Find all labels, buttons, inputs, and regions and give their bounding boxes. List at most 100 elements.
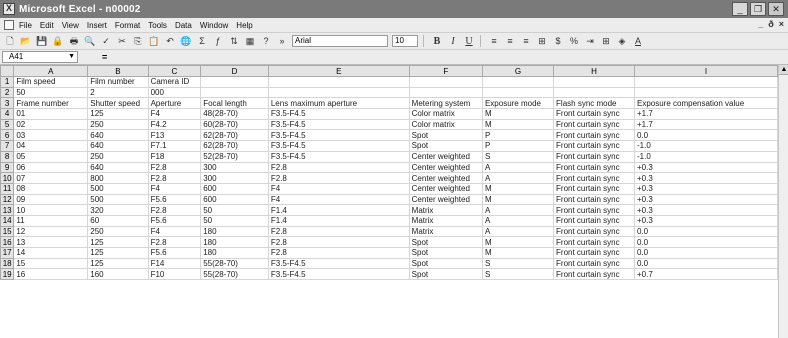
indent-icon[interactable]: ⇥ (584, 36, 596, 47)
cell[interactable]: 500 (87, 193, 149, 206)
cell[interactable]: 180 (200, 236, 269, 248)
function-icon[interactable]: ƒ (212, 36, 224, 47)
cell[interactable]: M (481, 236, 555, 248)
workbook-minimize-button[interactable]: _ (758, 19, 763, 29)
cell[interactable]: Matrix (408, 225, 483, 238)
menu-edit[interactable]: Edit (40, 21, 54, 30)
cell[interactable]: 250 (87, 150, 149, 163)
print-preview-icon[interactable]: 🔍 (84, 36, 96, 47)
cell[interactable]: 600 (200, 193, 269, 206)
cell[interactable]: 55(28-70) (200, 268, 269, 281)
chevron-down-icon[interactable]: ▼ (68, 52, 75, 62)
cell[interactable]: F4 (147, 182, 202, 195)
cell[interactable]: +0.3 (633, 193, 778, 206)
cell[interactable]: F7.1 (147, 140, 202, 152)
cell[interactable]: Center weighted (408, 172, 483, 184)
cell[interactable]: 300 (200, 161, 269, 174)
cell[interactable]: F1.4 (267, 204, 410, 216)
cell[interactable]: Center weighted (408, 193, 483, 206)
cell[interactable]: Front curtain sync (553, 108, 635, 120)
cell[interactable]: 180 (200, 247, 269, 259)
cell[interactable] (633, 86, 778, 99)
scroll-up-icon[interactable]: ▲ (779, 65, 788, 75)
cell[interactable]: Camera ID (147, 76, 202, 88)
cell[interactable]: 0.0 (633, 257, 778, 270)
cell[interactable]: Spot (408, 247, 483, 259)
align-left-icon[interactable]: ≡ (488, 36, 500, 47)
column-header-e[interactable]: E (267, 65, 410, 77)
cell[interactable]: Spot (408, 257, 483, 270)
cell[interactable] (200, 76, 269, 88)
cell[interactable] (553, 86, 635, 99)
open-icon[interactable]: 📂 (20, 36, 32, 47)
cell[interactable]: F3.5-F4.5 (267, 140, 410, 152)
cell[interactable]: 125 (87, 247, 149, 259)
cell[interactable]: F10 (147, 268, 202, 281)
cell[interactable]: A (481, 214, 555, 227)
cell[interactable]: S (481, 150, 555, 163)
cell[interactable]: Spot (408, 268, 483, 281)
cell[interactable]: F4 (267, 182, 410, 195)
cell[interactable]: F3.5-F4.5 (267, 150, 410, 163)
cell[interactable]: Exposure compensation value (633, 97, 778, 110)
column-header-a[interactable]: A (13, 65, 89, 77)
menu-tools[interactable]: Tools (148, 21, 167, 30)
cell[interactable]: 640 (87, 129, 149, 142)
cell[interactable]: Film speed (13, 76, 89, 88)
cell[interactable]: 500 (87, 182, 149, 195)
hyperlink-icon[interactable]: 🌐 (180, 36, 192, 47)
cell[interactable]: -1.0 (633, 140, 778, 152)
vertical-scrollbar[interactable]: ▲ (778, 65, 788, 338)
menu-window[interactable]: Window (200, 21, 228, 30)
cell[interactable]: F2.8 (147, 236, 202, 248)
menu-data[interactable]: Data (175, 21, 192, 30)
cell[interactable]: 08 (13, 182, 89, 195)
cell[interactable]: P (481, 129, 555, 142)
cell[interactable]: 14 (13, 247, 89, 259)
row-header[interactable]: 18 (0, 257, 15, 270)
cell[interactable]: F3.5-F4.5 (267, 268, 410, 281)
cell[interactable]: Front curtain sync (553, 236, 635, 248)
cell[interactable]: 125 (87, 108, 149, 120)
cell[interactable]: F5.6 (147, 214, 202, 227)
cell[interactable]: 50 (200, 204, 269, 216)
cell[interactable]: 0.0 (633, 236, 778, 248)
column-header-d[interactable]: D (200, 65, 269, 77)
cell[interactable]: Shutter speed (87, 97, 149, 110)
row-header[interactable]: 2 (0, 86, 15, 99)
menu-help[interactable]: Help (236, 21, 252, 30)
cell[interactable]: F2.8 (267, 161, 410, 174)
cell[interactable]: 48(28-70) (200, 108, 269, 120)
cell[interactable]: F2.8 (147, 161, 202, 174)
cell[interactable]: Spot (408, 129, 483, 142)
cell[interactable]: F5.6 (147, 247, 202, 259)
cell[interactable]: F18 (147, 150, 202, 163)
cell[interactable]: 320 (87, 204, 149, 216)
align-right-icon[interactable]: ≡ (520, 36, 532, 47)
close-button[interactable]: ✕ (768, 2, 784, 16)
autosum-icon[interactable]: Σ (196, 36, 208, 47)
cut-icon[interactable]: ✂ (116, 36, 128, 47)
cell[interactable]: Focal length (200, 97, 269, 110)
italic-button[interactable]: I (447, 36, 459, 47)
cell[interactable]: F4.2 (147, 118, 202, 131)
save-icon[interactable]: 💾 (36, 36, 48, 47)
select-all-corner[interactable] (0, 65, 15, 77)
cell[interactable]: Front curtain sync (553, 129, 635, 142)
cell[interactable]: Frame number (13, 97, 89, 110)
row-header[interactable]: 19 (0, 268, 15, 281)
cell[interactable]: M (481, 118, 555, 131)
cell[interactable]: F3.5-F4.5 (267, 129, 410, 142)
cell[interactable]: S (481, 257, 555, 270)
minimize-button[interactable]: _ (732, 2, 748, 16)
cell[interactable]: Front curtain sync (553, 247, 635, 259)
cell[interactable]: F2.8 (267, 172, 410, 184)
row-header[interactable]: 14 (0, 214, 15, 227)
column-header-b[interactable]: B (87, 65, 149, 77)
cell[interactable]: F4 (147, 225, 202, 238)
cell[interactable]: Aperture (147, 97, 202, 110)
cell[interactable]: 55(28-70) (200, 257, 269, 270)
cell[interactable]: Front curtain sync (553, 172, 635, 184)
cell[interactable]: 62(28-70) (200, 140, 269, 152)
cell[interactable]: 180 (200, 225, 269, 238)
